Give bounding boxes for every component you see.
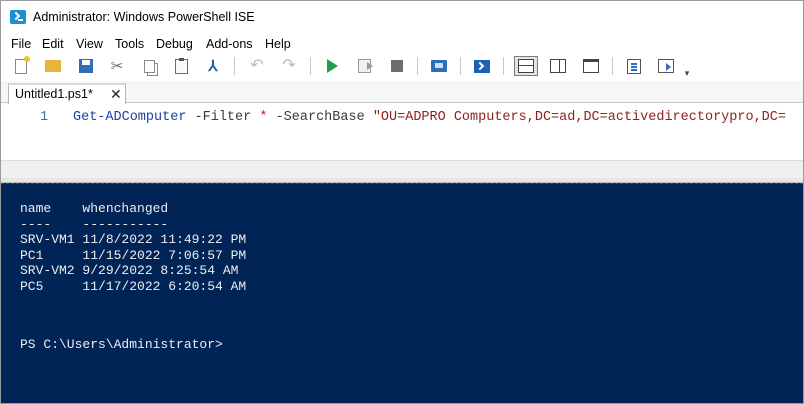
start-powershell-icon xyxy=(474,59,490,73)
console-scrolled-output-edge xyxy=(1,183,803,187)
new-file-button[interactable] xyxy=(11,55,31,76)
copy-button[interactable] xyxy=(139,56,159,76)
run-selection-button[interactable] xyxy=(354,56,374,76)
remote-powershell-button[interactable] xyxy=(429,56,449,76)
console-pane[interactable]: name whenchanged ---- ----------- SRV-VM… xyxy=(1,183,803,403)
code-line[interactable]: Get-ADComputer -Filter * -SearchBase "OU… xyxy=(73,110,786,125)
toolbar-overflow-button[interactable]: ▾ xyxy=(681,63,693,83)
command-icon: ⅄ xyxy=(208,57,218,75)
menu-edit[interactable]: Edit xyxy=(42,37,64,51)
line-number: 1 xyxy=(40,110,49,125)
open-button[interactable] xyxy=(43,56,63,76)
run-selection-icon xyxy=(357,59,373,73)
paste-button[interactable] xyxy=(171,56,191,76)
command-button[interactable]: ⅄ xyxy=(203,56,223,76)
code-parameter-searchbase: -SearchBase xyxy=(275,110,365,125)
cut-button[interactable]: ✂ xyxy=(107,56,127,76)
menu-help[interactable]: Help xyxy=(265,37,291,51)
script-editor[interactable]: 1 Get-ADComputer -Filter * -SearchBase "… xyxy=(1,104,803,160)
undo-icon: ↶ xyxy=(250,57,264,74)
tab-close-icon[interactable]: ✕ xyxy=(110,85,122,103)
run-script-icon xyxy=(326,59,338,73)
layout-script-maximized-icon xyxy=(583,59,599,73)
remote-powershell-icon xyxy=(431,60,447,72)
toolbar-separator xyxy=(612,57,613,75)
title-bar[interactable]: Administrator: Windows PowerShell ISE xyxy=(1,1,803,34)
code-parameter-filter: -Filter xyxy=(194,110,252,125)
layout-script-maximized-button[interactable] xyxy=(581,56,601,76)
powershell-app-icon xyxy=(10,10,26,24)
window-title: Administrator: Windows PowerShell ISE xyxy=(33,10,255,24)
tab-untitled1[interactable]: Untitled1.ps1* ✕ xyxy=(8,83,126,104)
save-icon xyxy=(79,59,93,73)
layout-script-top-icon xyxy=(518,59,534,73)
toolbar: ✂ ⅄ ↶ ↷ ▾ xyxy=(1,53,803,79)
toolbar-separator xyxy=(417,57,418,75)
toolbar-separator xyxy=(234,57,235,75)
show-command-icon xyxy=(627,58,641,74)
console-prompt[interactable]: PS C:\Users\Administrator> xyxy=(20,337,223,352)
layout-script-right-icon xyxy=(550,59,566,73)
editor-horizontal-scrollbar[interactable] xyxy=(1,160,803,178)
console-output: name whenchanged ---- ----------- SRV-VM… xyxy=(20,201,247,294)
toolbar-separator xyxy=(310,57,311,75)
stop-button[interactable] xyxy=(387,56,407,76)
menu-view[interactable]: View xyxy=(76,37,103,51)
show-addon-icon xyxy=(658,59,674,73)
copy-icon xyxy=(143,59,155,73)
toolbar-separator xyxy=(503,57,504,75)
menu-file[interactable]: File xyxy=(11,37,31,51)
redo-icon: ↷ xyxy=(282,57,296,74)
script-tab-strip: Untitled1.ps1* ✕ xyxy=(1,81,803,104)
show-addon-button[interactable] xyxy=(656,56,676,76)
menu-debug[interactable]: Debug xyxy=(156,37,193,51)
powershell-ise-window: Administrator: Windows PowerShell ISE Fi… xyxy=(0,0,804,404)
code-string: "OU=ADPRO Computers,DC=ad,DC=activedirec… xyxy=(372,110,786,125)
redo-button[interactable]: ↷ xyxy=(279,56,299,76)
menu-add-ons[interactable]: Add-ons xyxy=(206,37,253,51)
layout-script-right-button[interactable] xyxy=(548,56,568,76)
menu-tools[interactable]: Tools xyxy=(115,37,144,51)
start-powershell-button[interactable] xyxy=(472,56,492,76)
cut-icon: ✂ xyxy=(110,57,124,75)
toolbar-overflow-icon: ▾ xyxy=(684,67,690,78)
new-file-icon xyxy=(15,55,30,74)
menu-bar: File Edit View Tools Debug Add-ons Help xyxy=(1,35,803,53)
stop-icon xyxy=(391,60,403,72)
undo-button[interactable]: ↶ xyxy=(247,56,267,76)
tab-label: Untitled1.ps1* xyxy=(15,87,93,101)
show-command-button[interactable] xyxy=(624,56,644,76)
save-button[interactable] xyxy=(76,56,96,76)
code-cmdlet: Get-ADComputer xyxy=(73,110,187,125)
layout-script-top-button[interactable] xyxy=(514,56,538,76)
paste-icon xyxy=(174,57,188,74)
toolbar-separator xyxy=(460,57,461,75)
open-folder-icon xyxy=(45,60,61,72)
run-script-button[interactable] xyxy=(322,56,342,76)
